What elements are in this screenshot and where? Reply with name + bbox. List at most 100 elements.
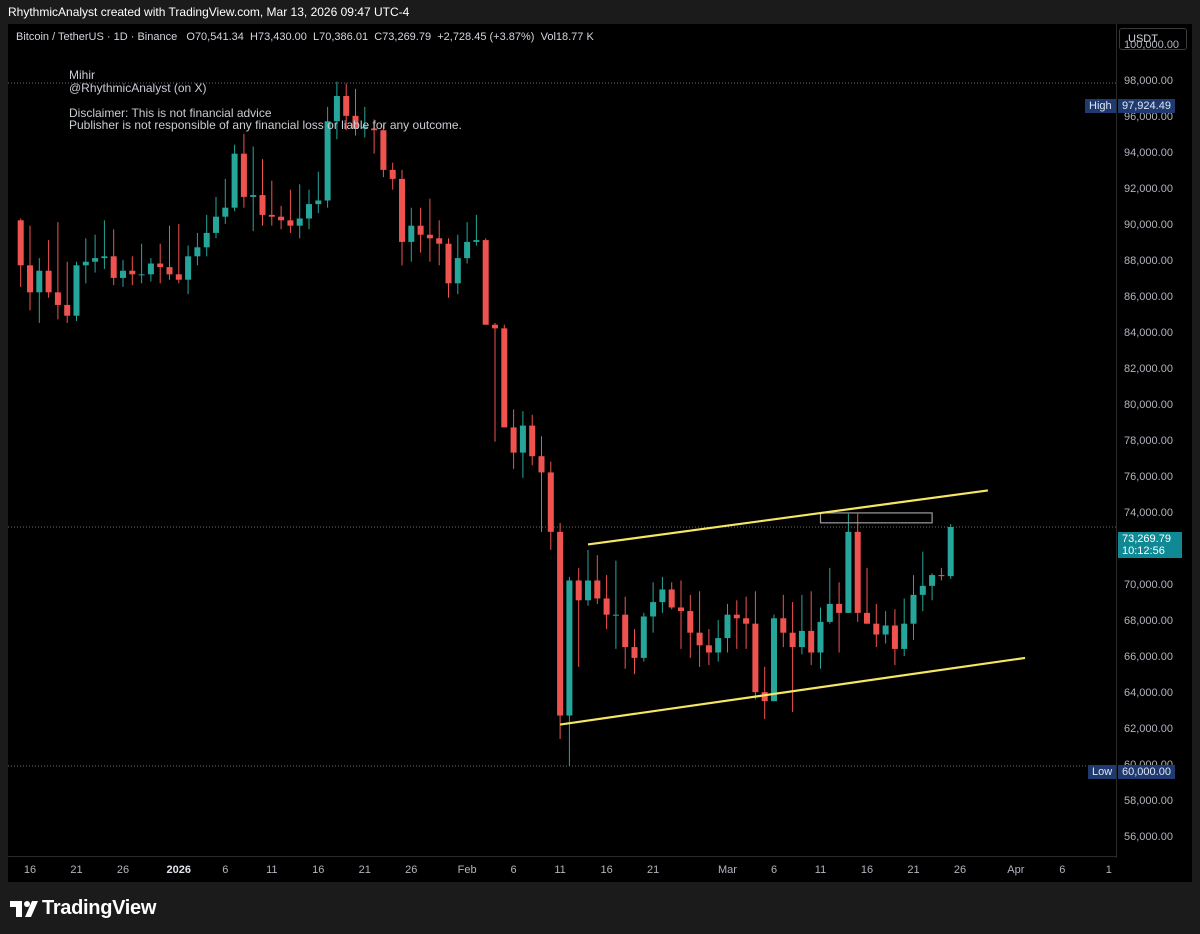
resistance-zone: [819, 512, 933, 524]
candle-body-18: [185, 256, 192, 280]
candle-body-82: [780, 618, 787, 633]
candle-body-58: [557, 531, 564, 716]
candle-body-87: [826, 603, 833, 622]
candle-body-29: [287, 220, 294, 226]
candle-body-84: [798, 630, 805, 648]
time-tick-label: 6: [1059, 864, 1066, 876]
candle-body-69: [659, 589, 666, 603]
candle-body-41: [399, 178, 405, 242]
high-label: H: [250, 31, 258, 43]
low-marker-label: Low: [1088, 765, 1117, 779]
candle-body-76: [724, 614, 731, 639]
price-tick-label: 94,000.00: [1124, 146, 1173, 159]
candle-body-0: [17, 220, 24, 266]
candlestick-chart[interactable]: [0, 0, 1200, 934]
candle-body-57: [547, 472, 554, 532]
candle-body-30: [296, 218, 303, 226]
candle-body-61: [585, 580, 591, 601]
low-value: 70,386.01: [319, 31, 369, 43]
vol-label: Vol: [540, 31, 556, 43]
close-label: C: [374, 31, 383, 43]
candle-body-97: [919, 585, 926, 595]
candle-body-19: [194, 247, 201, 257]
candle-body-46: [445, 243, 452, 284]
candle-body-72: [687, 611, 694, 633]
trendline-upper: [587, 489, 989, 546]
time-tick-label: 2026: [166, 864, 192, 876]
candle-body-1: [27, 265, 33, 293]
candle-body-5: [64, 304, 71, 316]
candle-body-62: [594, 580, 601, 599]
candle-body-8: [92, 258, 99, 262]
low-marker-value: 60,000.00: [1118, 765, 1175, 779]
candle-body-35: [343, 96, 350, 116]
time-tick-label: 21: [358, 864, 371, 876]
candle-body-63: [603, 598, 610, 615]
candle-body-99: [938, 575, 945, 577]
time-tick-label: 6: [770, 864, 778, 876]
candle-body-86: [817, 621, 824, 653]
price-axis-divider: [1116, 24, 1117, 858]
candle-body-32: [315, 200, 322, 205]
price-tick-label: 58,000.00: [1124, 794, 1173, 807]
candle-body-15: [157, 263, 164, 268]
candle-body-27: [268, 214, 275, 217]
time-tick-label: 21: [70, 864, 83, 876]
candle-body-83: [789, 632, 796, 648]
price-tick-label: 74,000.00: [1124, 506, 1173, 519]
candle-body-81: [771, 618, 777, 702]
candle-body-52: [501, 328, 508, 428]
time-tick-label: 26: [953, 864, 967, 876]
candle-body-43: [417, 225, 424, 235]
candle-body-12: [129, 270, 136, 275]
candle-body-74: [705, 645, 712, 653]
price-tick-label: 70,000.00: [1124, 578, 1173, 591]
candle-body-45: [436, 238, 443, 244]
candle-body-14: [147, 263, 154, 275]
candle-body-67: [640, 616, 647, 658]
time-tick-label: 26: [116, 864, 130, 876]
candle-body-48: [464, 241, 471, 259]
open-label: O: [186, 31, 195, 43]
time-tick-label: 16: [600, 864, 613, 876]
time-tick-label: 21: [646, 864, 660, 876]
time-tick-label: 11: [266, 864, 278, 876]
candle-body-93: [882, 625, 889, 635]
author-note: Mihir: [69, 68, 95, 82]
candle-body-88: [836, 603, 843, 613]
candle-body-85: [808, 630, 815, 653]
candle-body-13: [138, 274, 145, 276]
candle-body-16: [166, 267, 173, 275]
candle-body-64: [612, 614, 619, 616]
candle-body-26: [259, 195, 266, 215]
candle-body-68: [650, 602, 657, 617]
candle-body-39: [380, 130, 387, 170]
time-tick-label: Feb: [457, 864, 477, 876]
candle-body-78: [743, 618, 750, 624]
candle-body-42: [408, 225, 415, 242]
candle-body-98: [929, 575, 936, 586]
candle-body-75: [715, 638, 722, 653]
candle-body-71: [678, 607, 684, 612]
vol-value: 18.77 K: [555, 31, 594, 43]
time-axis-divider: [8, 856, 1116, 857]
candle-body-47: [454, 258, 461, 284]
candle-body-2: [36, 270, 43, 293]
candle-body-3: [45, 270, 52, 293]
candle-body-23: [231, 153, 238, 208]
candle-body-73: [696, 632, 703, 646]
price-tick-label: 88,000.00: [1124, 254, 1173, 267]
tradingview-logo-icon: [10, 900, 38, 917]
candle-body-56: [538, 456, 545, 473]
open-value: 70,541.34: [194, 31, 244, 43]
high-marker-label: High: [1085, 99, 1116, 113]
tradingview-logo[interactable]: TradingView: [10, 897, 156, 920]
price-tick-label: 62,000.00: [1124, 722, 1173, 735]
candle-body-24: [240, 153, 247, 197]
price-tick-label: 92,000.00: [1124, 182, 1173, 195]
price-tick-label: 98,000.00: [1124, 74, 1173, 87]
time-tick-label: Apr: [1007, 864, 1025, 876]
candle-body-28: [278, 216, 285, 221]
candle-body-50: [482, 240, 489, 325]
candle-body-51: [492, 324, 498, 329]
